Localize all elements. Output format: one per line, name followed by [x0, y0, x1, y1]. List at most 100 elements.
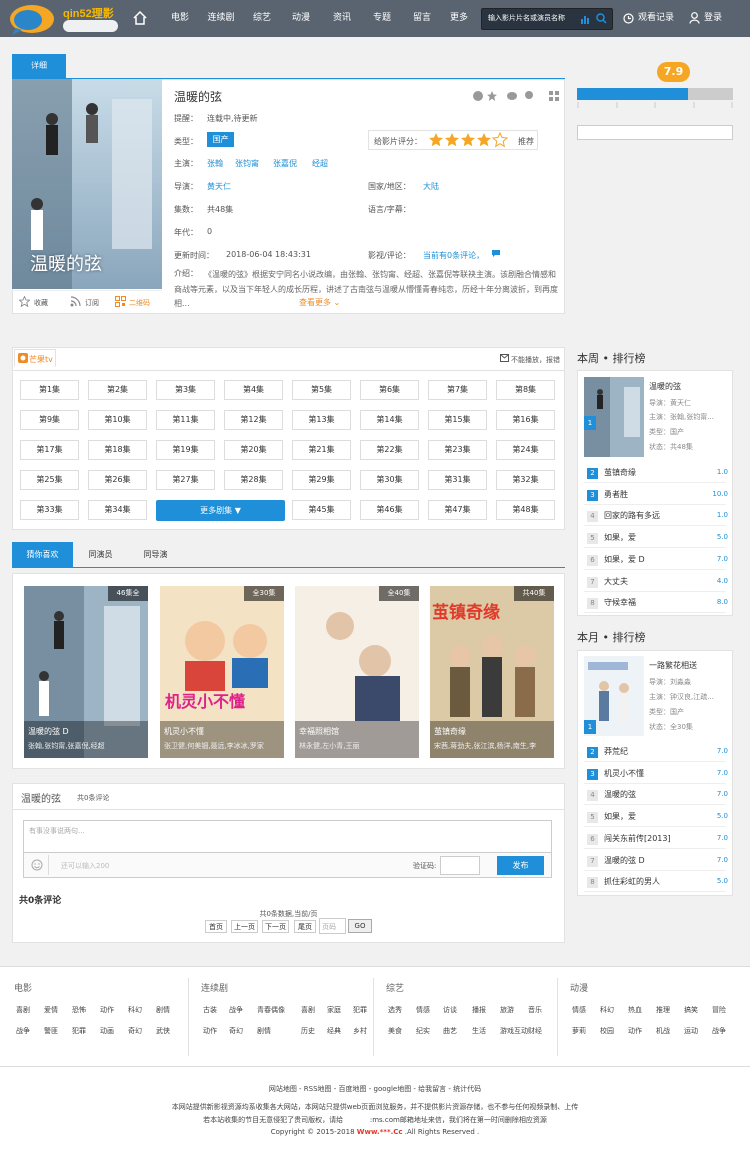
rank-item-title[interactable]: 如果，爱 — [604, 532, 636, 543]
footer-category-link[interactable]: 选秀 — [388, 1005, 402, 1015]
recommend-title[interactable]: 温暖的弦 D — [28, 726, 69, 737]
episode-button[interactable]: 第16集 — [496, 410, 555, 430]
type-tag[interactable]: 国产 — [207, 132, 234, 147]
footer-category-link[interactable]: 喜剧 — [16, 1005, 30, 1015]
episode-button[interactable]: 第20集 — [224, 440, 283, 460]
footer-category-link[interactable]: 访谈 — [443, 1005, 457, 1015]
footer-category-link[interactable]: 科幻 — [128, 1005, 142, 1015]
nav-item-movie[interactable]: 电影 — [164, 0, 196, 37]
episode-button[interactable]: 第22集 — [360, 440, 419, 460]
rating-stars[interactable] — [428, 132, 512, 148]
view-more-link[interactable]: 查看更多 ⌄ — [297, 297, 343, 308]
star-outline-icon[interactable] — [19, 296, 30, 307]
rank-item-title[interactable]: 回家的路有多远 — [604, 510, 660, 521]
footer-category-link[interactable]: 美食 — [388, 1026, 402, 1036]
episode-button[interactable]: 第11集 — [156, 410, 215, 430]
footer-category-title[interactable]: 动漫 — [570, 981, 588, 994]
weekly-feature-name[interactable]: 温暖的弦 — [649, 381, 681, 392]
search-input[interactable]: 输入影片片名或演员名称 — [488, 13, 573, 23]
episode-button[interactable]: 第15集 — [428, 410, 487, 430]
footer-category-link[interactable]: 音乐 — [528, 1005, 542, 1015]
search-icon[interactable] — [596, 13, 607, 24]
footer-category-title[interactable]: 电影 — [14, 981, 32, 994]
footer-category-link[interactable]: 犯罪 — [353, 1005, 367, 1015]
episode-button[interactable]: 第4集 — [224, 380, 283, 400]
watch-history-link[interactable]: 观看记录 — [638, 0, 674, 37]
rank-item-title[interactable]: 守候幸福 — [604, 597, 636, 608]
home-icon[interactable] — [133, 11, 147, 25]
nav-item-anime[interactable]: 动漫 — [285, 0, 317, 37]
more-episodes-button[interactable]: 更多剧集 ▼ — [156, 500, 285, 521]
login-link[interactable]: 登录 — [704, 0, 722, 37]
episode-button[interactable]: 第30集 — [360, 470, 419, 490]
footer-category-link[interactable]: 奇幻 — [229, 1026, 243, 1036]
footer-category-link[interactable]: 剧情 — [257, 1026, 271, 1036]
page-number-input[interactable]: 页码 — [319, 918, 346, 934]
pager-first[interactable]: 首页 — [205, 920, 227, 933]
episode-button[interactable]: 第17集 — [20, 440, 79, 460]
qrcode-icon[interactable] — [115, 296, 126, 307]
footer-category-link[interactable]: 动作 — [203, 1026, 217, 1036]
footer-category-title[interactable]: 综艺 — [386, 981, 404, 994]
monthly-feature-name[interactable]: 一路繁花相送 — [649, 660, 697, 671]
episode-button[interactable]: 第28集 — [224, 470, 283, 490]
copyright-site[interactable]: Www.***.Cc — [357, 1128, 403, 1136]
tab-same-director[interactable]: 同导演 — [128, 542, 183, 567]
episode-button[interactable]: 第2集 — [88, 380, 147, 400]
footer-category-title[interactable]: 连续剧 — [201, 981, 228, 994]
footer-category-link[interactable]: 战争 — [16, 1026, 30, 1036]
episode-button[interactable]: 第8集 — [496, 380, 555, 400]
footer-category-link[interactable]: 经典 — [327, 1026, 341, 1036]
footer-category-link[interactable]: 犯罪 — [72, 1026, 86, 1036]
pager-prev[interactable]: 上一页 — [231, 920, 258, 933]
episode-button[interactable]: 第5集 — [292, 380, 351, 400]
submit-comment-button[interactable]: 发布 — [497, 856, 544, 875]
footer-category-link[interactable]: 游戏互动 — [500, 1026, 528, 1036]
footer-category-link[interactable]: 喜剧 — [301, 1005, 315, 1015]
rank-item-title[interactable]: 勇者胜 — [604, 489, 628, 500]
rank-item-title[interactable]: 温暖的弦 — [604, 789, 636, 800]
comment-textarea[interactable] — [23, 820, 552, 853]
recommend-title[interactable]: 机灵小不懂 — [164, 726, 204, 737]
footer-category-link[interactable]: 乡村 — [353, 1026, 367, 1036]
review-link[interactable]: 当前有0条评论， — [423, 250, 484, 261]
footer-category-link[interactable]: 财经 — [528, 1026, 542, 1036]
footer-category-link[interactable]: 历史 — [301, 1026, 315, 1036]
footer-category-link[interactable]: 战争 — [229, 1005, 243, 1015]
episode-button[interactable]: 第19集 — [156, 440, 215, 460]
episode-button[interactable]: 第21集 — [292, 440, 351, 460]
footer-category-link[interactable]: 武侠 — [156, 1026, 170, 1036]
footer-category-link[interactable]: 曲艺 — [443, 1026, 457, 1036]
logo-icon[interactable] — [8, 2, 63, 36]
episode-button[interactable]: 第7集 — [428, 380, 487, 400]
episode-button[interactable]: 第3集 — [156, 380, 215, 400]
nav-item-news[interactable]: 资讯 — [326, 0, 358, 37]
footer-category-link[interactable]: 纪实 — [416, 1026, 430, 1036]
qrcode-button[interactable]: 二维码 — [129, 298, 150, 308]
episode-button[interactable]: 第18集 — [88, 440, 147, 460]
footer-category-link[interactable]: 推理 — [656, 1005, 670, 1015]
rank-item-title[interactable]: 如果，爱 D — [604, 554, 645, 565]
footer-category-link[interactable]: 运动 — [684, 1026, 698, 1036]
rank-item-title[interactable]: 大丈夫 — [604, 576, 628, 587]
footer-category-link[interactable]: 冒险 — [712, 1005, 726, 1015]
episode-button[interactable]: 第33集 — [20, 500, 79, 520]
footer-category-link[interactable]: 校园 — [600, 1026, 614, 1036]
footer-category-link[interactable]: 家庭 — [327, 1005, 341, 1015]
rank-item-title[interactable]: 抓住彩虹的男人 — [604, 876, 660, 887]
footer-category-link[interactable]: 情感 — [416, 1005, 430, 1015]
footer-category-link[interactable]: 奇幻 — [128, 1026, 142, 1036]
chart-icon[interactable] — [580, 14, 590, 24]
episode-button[interactable]: 第1集 — [20, 380, 79, 400]
episode-button[interactable]: 第9集 — [20, 410, 79, 430]
episode-button[interactable]: 第26集 — [88, 470, 147, 490]
recommend-button[interactable]: 推荐 — [518, 136, 534, 147]
report-link[interactable]: 不能播放，报错 — [511, 355, 560, 365]
recommend-title[interactable]: 幸福照相馆 — [299, 726, 339, 737]
rank-item-title[interactable]: 机灵小不懂 — [604, 768, 644, 779]
subscribe-button[interactable]: 订阅 — [85, 298, 99, 308]
episode-button[interactable]: 第24集 — [496, 440, 555, 460]
episode-button[interactable]: 第6集 — [360, 380, 419, 400]
footer-category-link[interactable]: 动画 — [100, 1026, 114, 1036]
region-link[interactable]: 大陆 — [423, 181, 439, 192]
